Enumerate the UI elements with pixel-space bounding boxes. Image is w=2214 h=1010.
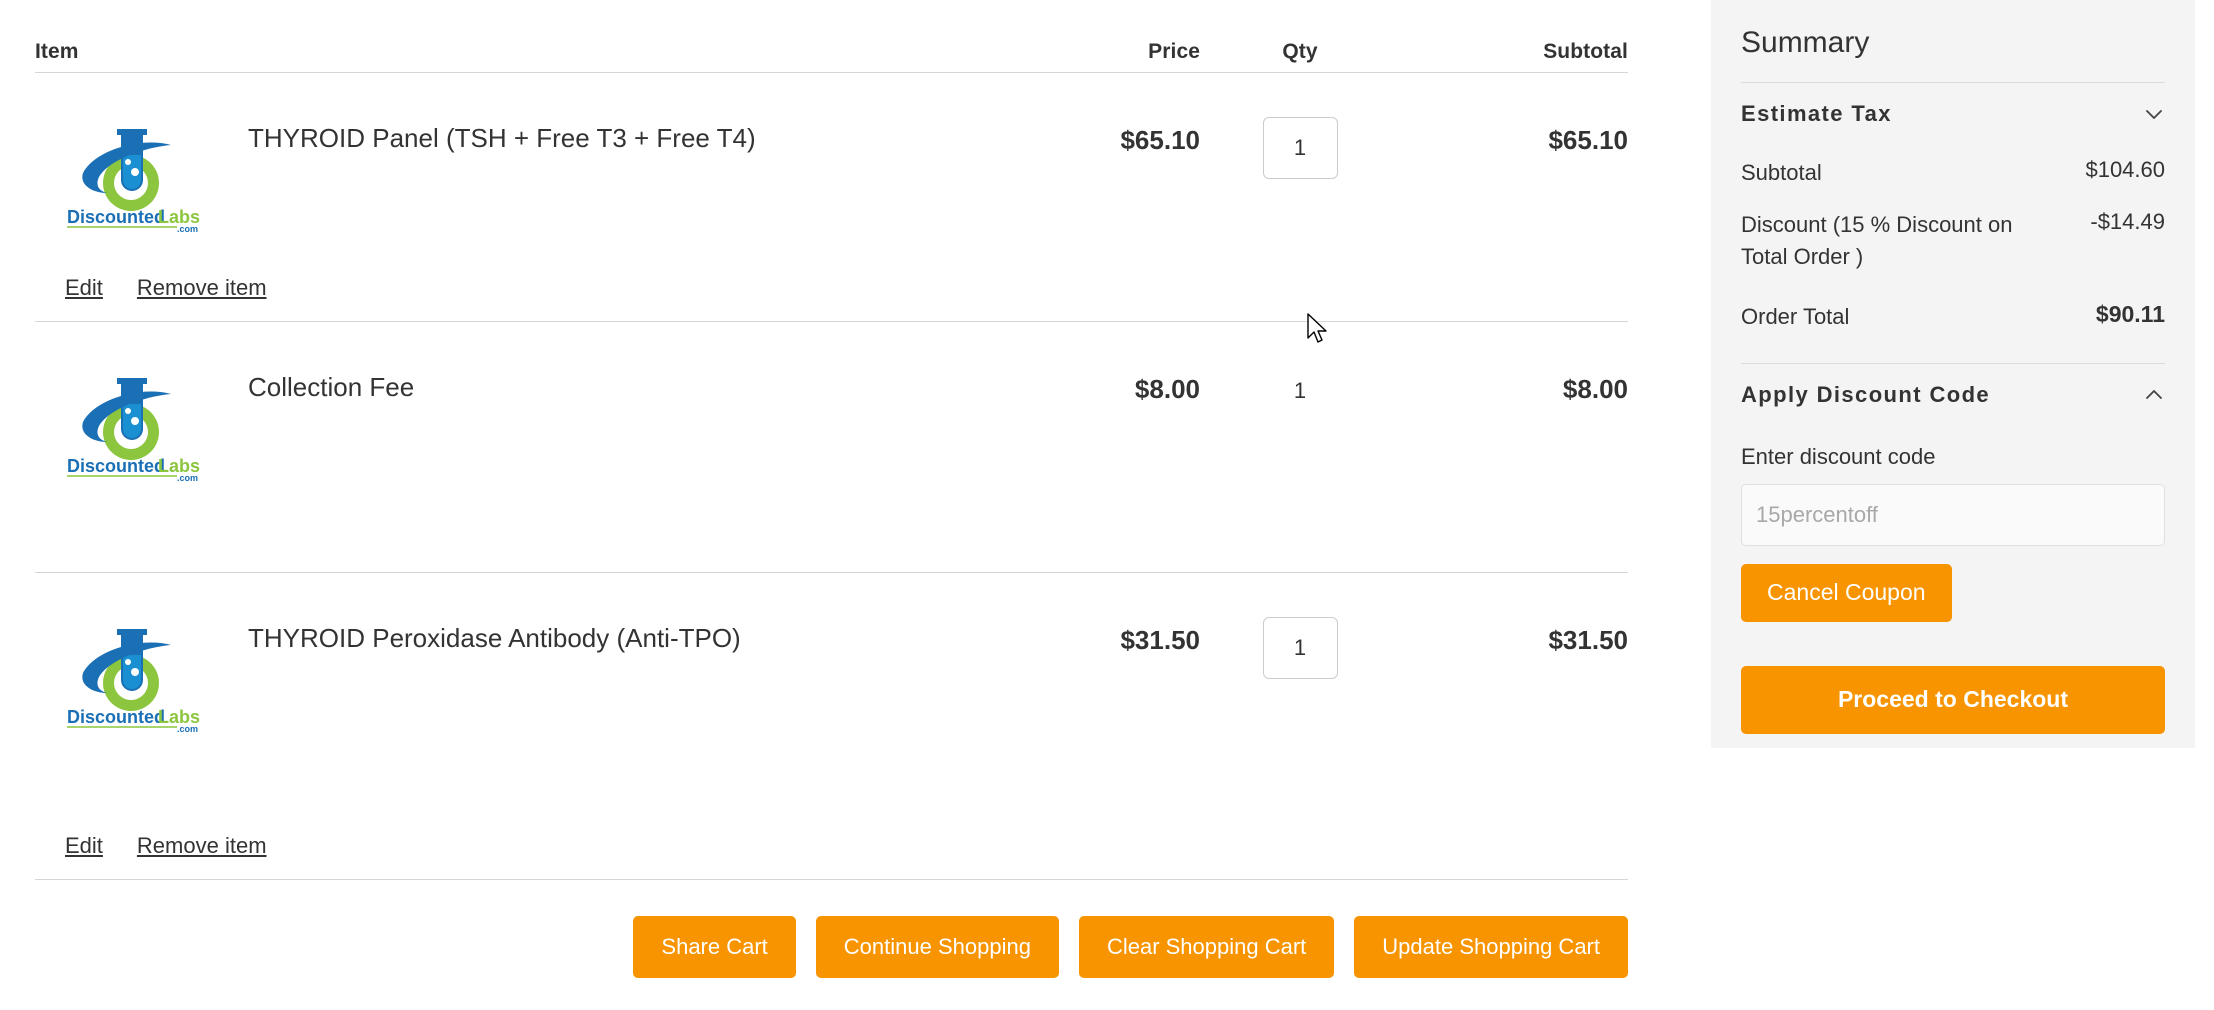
column-header-subtotal: Subtotal <box>1543 40 1628 63</box>
product-name[interactable]: THYROID Panel (TSH + Free T3 + Free T4) <box>195 91 756 156</box>
column-header-qty: Qty <box>1282 40 1318 63</box>
product-subtotal: $31.50 <box>1548 625 1628 655</box>
table-row: Discounted Labs .com THYROID Panel (TSH … <box>35 73 1628 322</box>
product-thumbnail[interactable]: Discounted Labs .com <box>35 340 200 482</box>
svg-text:.com: .com <box>177 724 198 733</box>
subtotal-value: $104.60 <box>2085 157 2165 182</box>
column-header-price: Price <box>1148 40 1200 63</box>
share-cart-button[interactable]: Share Cart <box>633 916 796 978</box>
quantity-value: 1 <box>1293 378 1307 403</box>
quantity-cell: 1 <box>1200 91 1400 321</box>
discount-line: Discount (15 % Discount on Total Order )… <box>1741 209 2165 273</box>
svg-text:Discounted: Discounted <box>67 207 165 227</box>
row-actions: Edit Remove item <box>65 275 267 301</box>
product-subtotal: $65.10 <box>1548 125 1628 155</box>
product-price: $31.50 <box>1120 625 1200 655</box>
column-header-item: Item <box>35 40 79 63</box>
clear-shopping-cart-button[interactable]: Clear Shopping Cart <box>1078 916 1335 978</box>
estimate-tax-accordion[interactable]: Estimate Tax <box>1741 82 2165 145</box>
svg-text:.com: .com <box>177 224 198 233</box>
quantity-cell: 1 <box>1200 340 1400 572</box>
discountedlabs-logo-icon: Discounted Labs .com <box>65 615 215 733</box>
product-thumbnail[interactable]: Discounted Labs .com <box>35 91 200 233</box>
discountedlabs-logo-icon: Discounted Labs .com <box>65 364 215 482</box>
chevron-up-icon[interactable] <box>2143 384 2165 406</box>
svg-text:.com: .com <box>177 473 198 482</box>
cart-table: Item Price Qty Subtotal Discounted Labs … <box>35 0 1628 978</box>
cart-table-header: Item Price Qty Subtotal <box>35 0 1628 73</box>
estimate-tax-label: Estimate Tax <box>1741 101 1892 126</box>
apply-discount-code-accordion[interactable]: Apply Discount Code <box>1741 362 2165 426</box>
product-price: $65.10 <box>1120 125 1200 155</box>
cart-action-buttons: Share Cart Continue Shopping Clear Shopp… <box>35 880 1628 978</box>
cancel-coupon-button[interactable]: Cancel Coupon <box>1741 563 1952 622</box>
continue-shopping-button[interactable]: Continue Shopping <box>815 916 1059 978</box>
quantity-cell: 1 <box>1200 591 1400 879</box>
update-shopping-cart-button[interactable]: Update Shopping Cart <box>1354 916 1628 978</box>
summary-totals: Subtotal $104.60 Discount (15 % Discount… <box>1741 145 2165 363</box>
row-actions: Edit Remove item <box>65 833 267 859</box>
product-thumbnail[interactable]: Discounted Labs .com <box>35 591 200 733</box>
svg-text:Discounted: Discounted <box>67 707 165 727</box>
apply-discount-code-label: Apply Discount Code <box>1741 381 1991 407</box>
product-name[interactable]: Collection Fee <box>195 340 414 405</box>
discount-code-input[interactable] <box>1741 483 2165 546</box>
shopping-cart-page: Item Price Qty Subtotal Discounted Labs … <box>0 0 2214 1010</box>
product-name[interactable]: THYROID Peroxidase Antibody (Anti-TPO) <box>195 591 741 656</box>
product-price: $8.00 <box>1134 374 1200 404</box>
table-row: Discounted Labs .com THYROID Peroxidase … <box>35 573 1628 880</box>
order-total-label: Order Total <box>1741 303 1850 329</box>
discountedlabs-logo-icon: Discounted Labs .com <box>65 115 215 233</box>
discount-code-field-label: Enter discount code <box>1741 443 1936 469</box>
remove-item-link[interactable]: Remove item <box>137 833 267 859</box>
order-summary-panel: Summary Estimate Tax Subtotal $104.60 Di… <box>1711 0 2195 748</box>
table-row: Discounted Labs .com Collection Fee $8.0… <box>35 322 1628 573</box>
item-cell: Discounted Labs .com Collection Fee <box>35 340 980 572</box>
svg-text:Discounted: Discounted <box>67 456 165 476</box>
discount-value: -$14.49 <box>2090 208 2165 234</box>
discount-label: Discount (15 % Discount on Total Order ) <box>1741 211 2013 269</box>
subtotal-label: Subtotal <box>1741 160 1822 185</box>
remove-item-link[interactable]: Remove item <box>137 275 267 301</box>
subtotal-line: Subtotal $104.60 <box>1741 157 2165 189</box>
summary-title: Summary <box>1741 26 1870 59</box>
proceed-to-checkout-button[interactable]: Proceed to Checkout <box>1741 665 2165 734</box>
order-total-value: $90.11 <box>2095 300 2165 327</box>
edit-item-link[interactable]: Edit <box>65 275 103 301</box>
edit-item-link[interactable]: Edit <box>65 833 103 859</box>
chevron-down-icon[interactable] <box>2143 103 2165 125</box>
order-total-line: Order Total $90.11 <box>1741 301 2165 333</box>
quantity-input[interactable]: 1 <box>1262 617 1338 679</box>
quantity-input[interactable]: 1 <box>1262 117 1338 179</box>
product-subtotal: $8.00 <box>1562 374 1628 404</box>
